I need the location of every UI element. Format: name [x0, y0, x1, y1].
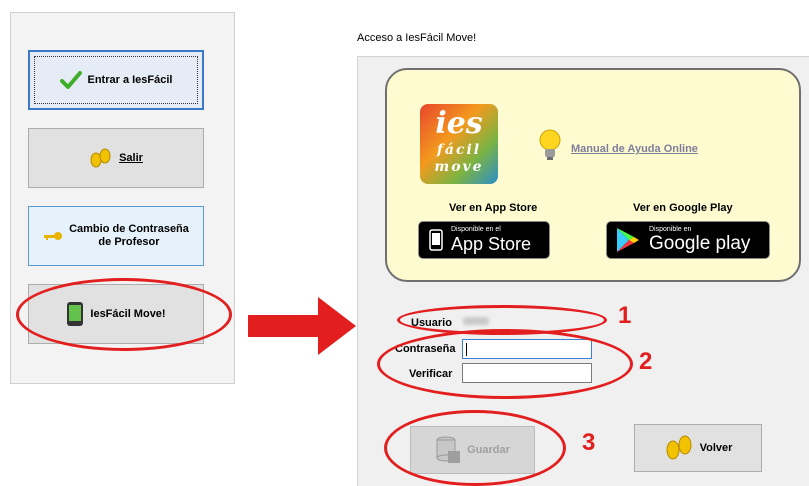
lightbulb-icon	[539, 129, 561, 160]
logo-line2: fácil	[436, 142, 482, 158]
app-store-badge-big: App Store	[451, 234, 532, 254]
footprints-icon	[89, 148, 113, 168]
google-play-badge-big: Google play	[649, 233, 751, 254]
change-password-label: Cambio de Contraseña de Profesor	[69, 223, 189, 248]
annotation-number-2: 2	[639, 348, 653, 375]
app-store-caption: Ver en App Store	[449, 202, 538, 214]
app-store-badge[interactable]: Disponible en el App Store	[418, 221, 550, 259]
apple-icon	[429, 229, 443, 251]
footprints-icon	[664, 435, 694, 461]
highlight-ellipse-3	[384, 410, 566, 486]
google-play-caption: Ver en Google Play	[633, 202, 733, 214]
highlight-ellipse-move	[16, 278, 232, 351]
key-icon	[43, 230, 63, 242]
exit-button[interactable]: Salir	[28, 128, 204, 188]
back-button[interactable]: Volver	[634, 424, 762, 472]
google-play-badge[interactable]: Disponible en Google play	[606, 221, 770, 259]
exit-button-label: Salir	[119, 151, 143, 164]
change-password-button[interactable]: Cambio de Contraseña de Profesor	[28, 206, 204, 266]
right-arrow	[248, 297, 356, 355]
highlight-ellipse-2	[377, 329, 633, 399]
manual-help-link[interactable]: Manual de Ayuda Online	[571, 143, 698, 155]
app-store-badge-small: Disponible en el	[451, 226, 501, 233]
enter-button[interactable]: Entrar a IesFácil	[28, 50, 204, 110]
dialog-title: Acceso a IesFácil Move!	[357, 32, 477, 44]
annotation-number-1: 1	[618, 302, 632, 329]
checkmark-icon	[59, 71, 82, 89]
annotation-number-3: 3	[582, 429, 596, 456]
logo-line3: move	[434, 159, 484, 175]
enter-button-label: Entrar a IesFácil	[87, 73, 173, 86]
logo-line1: ies	[435, 106, 483, 141]
iesfacil-move-logo: ies fácil move	[420, 104, 498, 184]
back-button-label: Volver	[699, 442, 733, 454]
google-play-icon	[615, 226, 641, 254]
